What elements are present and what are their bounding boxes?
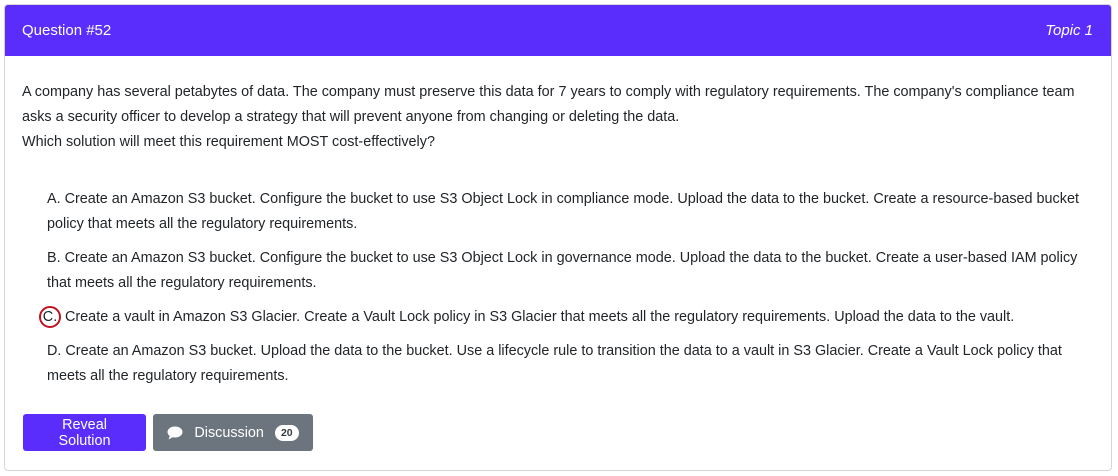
discussion-label: Discussion	[194, 424, 264, 441]
choice-text: Create an Amazon S3 bucket. Configure th…	[47, 191, 1079, 232]
question-card: Question #52 Topic 1 A company has sever…	[4, 4, 1112, 471]
choices-list: A. Create an Amazon S3 bucket. Configure…	[39, 187, 1093, 389]
question-number: Question #52	[22, 22, 112, 39]
action-bar: Reveal Solution Discussion 20	[23, 414, 313, 451]
question-header: Question #52 Topic 1	[5, 5, 1111, 56]
question-body: A company has several petabytes of data.…	[5, 56, 1111, 389]
choice-d[interactable]: D. Create an Amazon S3 bucket. Upload th…	[47, 339, 1093, 389]
choice-text: Create a vault in Amazon S3 Glacier. Cre…	[61, 309, 1015, 325]
reveal-solution-label: Reveal Solution	[58, 416, 111, 449]
choice-text: Create an Amazon S3 bucket. Configure th…	[47, 250, 1078, 291]
choice-letter: B.	[47, 250, 61, 266]
topic-label: Topic 1	[1045, 22, 1093, 39]
question-prompt: Which solution will meet this requiremen…	[22, 134, 435, 150]
choice-letter: D.	[47, 343, 62, 359]
comment-icon	[167, 426, 183, 439]
question-text: A company has several petabytes of data.…	[22, 80, 1093, 155]
choice-a[interactable]: A. Create an Amazon S3 bucket. Configure…	[47, 187, 1093, 237]
reveal-solution-button[interactable]: Reveal Solution	[23, 414, 146, 451]
question-paragraph: A company has several petabytes of data.…	[22, 84, 1075, 125]
selected-answer-circle: C.	[39, 306, 61, 328]
choice-text: Create an Amazon S3 bucket. Upload the d…	[47, 343, 1062, 384]
discussion-count-badge: 20	[274, 424, 299, 441]
discussion-button[interactable]: Discussion 20	[153, 414, 313, 451]
choice-letter: A.	[47, 191, 61, 207]
choice-b[interactable]: B. Create an Amazon S3 bucket. Configure…	[47, 246, 1093, 296]
choice-c[interactable]: C. Create a vault in Amazon S3 Glacier. …	[39, 305, 1093, 330]
